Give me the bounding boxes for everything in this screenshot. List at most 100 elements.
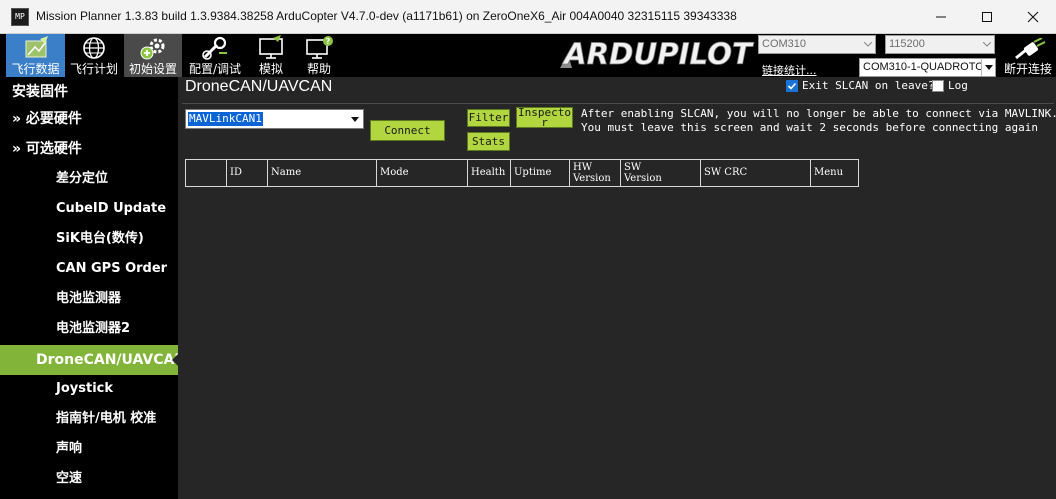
toolbar-simulation[interactable]: 模拟 bbox=[248, 34, 294, 77]
sidebar-item-label: » 必要硬件 bbox=[12, 111, 82, 127]
sidebar-item-compass-motor-calibration[interactable]: 指南针/电机 校准 bbox=[0, 404, 178, 434]
sidebar-item-sik-radio[interactable]: SiK电台(数传) bbox=[0, 224, 178, 254]
minimize-icon bbox=[936, 16, 946, 18]
sidebar-item-battery-monitor-2[interactable]: 电池监测器2 bbox=[0, 314, 178, 344]
sidebar-item-can-gps-order[interactable]: CAN GPS Order bbox=[0, 254, 178, 284]
interface-select[interactable]: MAVLinkCAN1 bbox=[185, 109, 364, 129]
info-line-2: You must leave this screen and wait 2 se… bbox=[581, 121, 1038, 134]
sidebar-item-label: SiK电台(数传) bbox=[56, 231, 144, 246]
maximize-button[interactable] bbox=[964, 2, 1010, 32]
sidebar-item-airspeed[interactable]: 空速 bbox=[0, 464, 178, 494]
sidebar-item-label: 电池监测器 bbox=[56, 291, 122, 306]
sidebar-item-install-firmware[interactable]: 安装固件 bbox=[0, 77, 178, 107]
initial-setup-gears-icon bbox=[140, 38, 165, 60]
sidebar-item-joystick[interactable]: Joystick bbox=[0, 374, 178, 404]
sidebar-item-optional-hardware[interactable]: » 可选硬件 bbox=[0, 134, 178, 164]
sidebar-item-label: 空速 bbox=[56, 471, 83, 486]
node-table: ID Name Mode Health Uptime HW Version SW V… bbox=[185, 159, 859, 187]
toolbar-help[interactable]: ? 帮助 bbox=[296, 34, 342, 77]
flight-plan-globe-icon bbox=[83, 37, 105, 59]
filter-button[interactable]: Filter bbox=[467, 109, 510, 127]
log-checkbox[interactable]: Log bbox=[932, 79, 968, 92]
interface-select-value: MAVLinkCAN1 bbox=[188, 112, 263, 126]
sidebar-item-label: Joystick bbox=[56, 381, 114, 396]
com-port-select[interactable]: COM310 bbox=[758, 35, 876, 54]
baud-rate-select[interactable]: 115200 bbox=[885, 35, 995, 54]
connection-value: COM310-1-QUADROTOR bbox=[863, 61, 992, 73]
svg-text:?: ? bbox=[326, 37, 331, 46]
column-header-sw-crc[interactable]: SW CRC bbox=[701, 160, 811, 186]
minimize-button[interactable] bbox=[918, 2, 964, 32]
sidebar-item-label: CubeID Update bbox=[56, 201, 167, 216]
checkbox-unchecked-icon bbox=[932, 79, 944, 92]
chevron-down-icon bbox=[347, 111, 362, 127]
checkbox-checked-icon bbox=[786, 79, 798, 92]
simulation-monitor-icon bbox=[259, 35, 283, 59]
column-header-hw-version[interactable]: HW Version bbox=[570, 160, 621, 186]
setup-sidebar: 安装固件 » 必要硬件 » 可选硬件 差分定位 CubeID Update Si… bbox=[0, 77, 178, 499]
sidebar-item-dronecan-uavcan[interactable]: DroneCAN/UAVCAN bbox=[0, 345, 178, 375]
toolbar-initial-setup[interactable]: 初始设置 bbox=[124, 34, 182, 77]
column-header-uptime[interactable]: Uptime bbox=[511, 160, 570, 186]
app-icon: MP bbox=[11, 8, 29, 26]
info-line-1: After enabling SLCAN, you will no longer… bbox=[581, 107, 1056, 120]
column-header-menu[interactable]: Menu bbox=[811, 160, 858, 186]
close-button[interactable] bbox=[1010, 2, 1056, 32]
inspector-button[interactable]: Inspecto r bbox=[516, 107, 573, 128]
column-header-mode[interactable]: Mode bbox=[377, 160, 468, 186]
toolbar-label: 模拟 bbox=[258, 62, 283, 76]
toolbar-label: 配置/调试 bbox=[188, 62, 242, 76]
window-title: Mission Planner 1.3.83 build 1.3.9384.38… bbox=[36, 9, 737, 23]
sidebar-item-label: DroneCAN/UAVCAN bbox=[36, 352, 178, 368]
connect-button[interactable]: Connect bbox=[370, 120, 445, 141]
sidebar-item-label: 电池监测器2 bbox=[56, 321, 131, 336]
sidebar-item-label: 差分定位 bbox=[56, 171, 109, 186]
sidebar-item-rtk-gps[interactable]: 差分定位 bbox=[0, 164, 178, 194]
help-monitor-icon: ? bbox=[306, 36, 333, 59]
chevron-down-icon bbox=[861, 36, 875, 53]
chevron-down-icon bbox=[981, 59, 995, 76]
com-port-value: COM310 bbox=[762, 38, 807, 50]
toolbar-label: 初始设置 bbox=[128, 62, 177, 76]
sidebar-item-label: CAN GPS Order bbox=[56, 261, 168, 276]
column-header-health[interactable]: Health bbox=[468, 160, 511, 186]
exit-slcan-checkbox[interactable]: Exit SLCAN on leave? bbox=[786, 79, 934, 92]
disconnect-label: 断开连接 bbox=[1003, 62, 1052, 76]
column-header-name[interactable]: Name bbox=[268, 160, 377, 186]
header-divider bbox=[182, 103, 1054, 104]
sidebar-item-battery-monitor[interactable]: 电池监测器 bbox=[0, 284, 178, 314]
chevron-down-icon bbox=[980, 36, 994, 53]
sidebar-item-label: 指南针/电机 校准 bbox=[56, 411, 157, 426]
flight-data-icon bbox=[25, 36, 48, 58]
close-icon bbox=[1027, 11, 1039, 23]
inspector-label-line2: r bbox=[541, 116, 548, 128]
baud-rate-value: 115200 bbox=[889, 38, 925, 50]
toolbar-config-tuning[interactable]: 配置/调试 bbox=[183, 34, 247, 77]
sidebar-item-buzzer[interactable]: 声响 bbox=[0, 434, 178, 464]
sidebar-item-cubeid-update[interactable]: CubeID Update bbox=[0, 194, 178, 224]
dronecan-panel: DroneCAN/UAVCAN Exit SLCAN on leave? Log… bbox=[178, 77, 1056, 499]
disconnect-button[interactable]: 断开连接 bbox=[1000, 38, 1056, 77]
column-header-sw-version[interactable]: SW Version bbox=[621, 160, 701, 186]
config-tuning-wrench-icon bbox=[202, 36, 227, 60]
connection-select[interactable]: COM310-1-QUADROTOR bbox=[859, 58, 996, 77]
sidebar-item-label: » 可选硬件 bbox=[12, 141, 82, 157]
stats-button[interactable]: Stats bbox=[467, 132, 510, 151]
title-bar: MP Mission Planner 1.3.83 build 1.3.9384… bbox=[0, 0, 1056, 34]
toolbar-flight-data[interactable]: 飞行数据 bbox=[6, 34, 65, 77]
logo-text: ARDUPILOT bbox=[562, 37, 754, 70]
toolbar-label: 飞行计划 bbox=[69, 62, 118, 76]
toolbar-label: 帮助 bbox=[306, 62, 331, 76]
link-stats-link[interactable]: 链接统计... bbox=[762, 62, 817, 78]
column-header-id[interactable]: ID bbox=[227, 160, 268, 186]
column-header-select[interactable] bbox=[186, 160, 227, 186]
ardupilot-logo: ARDUPILOT bbox=[560, 37, 755, 70]
sidebar-item-label: 安装固件 bbox=[12, 84, 68, 100]
log-label: Log bbox=[948, 79, 968, 92]
sidebar-item-mandatory-hardware[interactable]: » 必要硬件 bbox=[0, 104, 178, 134]
maximize-icon bbox=[982, 12, 992, 22]
slcan-info-text: After enabling SLCAN, you will no longer… bbox=[581, 107, 1056, 135]
exit-slcan-label: Exit SLCAN on leave? bbox=[802, 79, 935, 92]
page-title: DroneCAN/UAVCAN bbox=[185, 78, 333, 95]
toolbar-flight-plan[interactable]: 飞行计划 bbox=[65, 34, 123, 77]
